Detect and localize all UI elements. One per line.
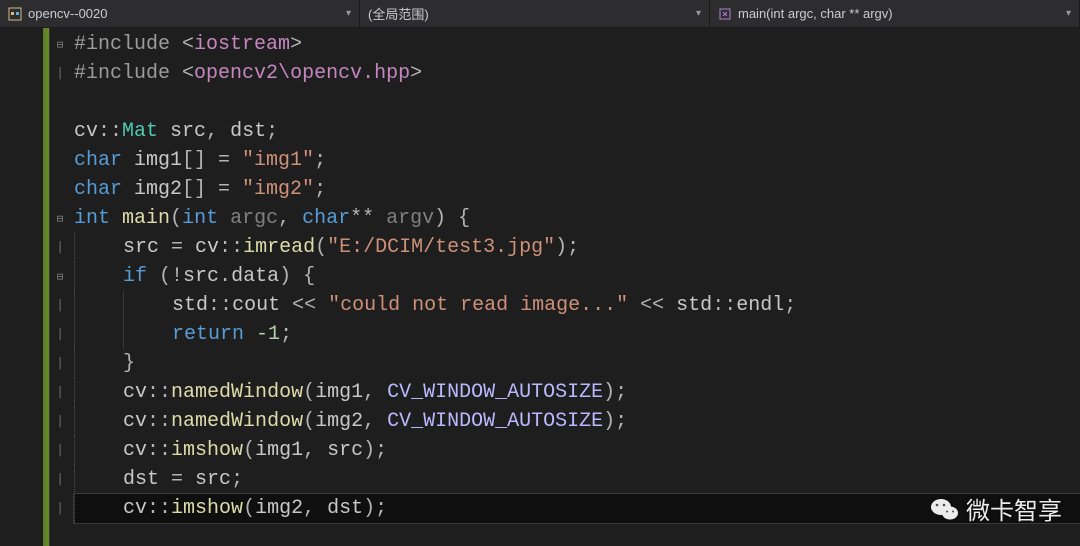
fold-marker: │	[50, 378, 70, 407]
dropdown-arrow-icon: ▾	[696, 8, 701, 19]
fold-marker	[50, 175, 70, 204]
fold-marker: │	[50, 59, 70, 88]
gutter	[0, 28, 50, 546]
fold-marker	[50, 88, 70, 117]
code-line[interactable]: return -1;	[74, 320, 1080, 349]
code-line[interactable]: #include <iostream>	[74, 30, 1080, 59]
code-line[interactable]: dst = src;	[74, 465, 1080, 494]
fold-marker: │	[50, 233, 70, 262]
code-line[interactable]: src = cv::imread("E:/DCIM/test3.jpg");	[74, 233, 1080, 262]
code-line[interactable]: if (!src.data) {	[74, 262, 1080, 291]
fold-marker: │	[50, 320, 70, 349]
code-line[interactable]: int main(int argc, char** argv) {	[74, 204, 1080, 233]
code-line[interactable]: char img2[] = "img2";	[74, 175, 1080, 204]
code-line[interactable]: cv::Mat src, dst;	[74, 117, 1080, 146]
code-line[interactable]: #include <opencv2\opencv.hpp>	[74, 59, 1080, 88]
code-line[interactable]: cv::imshow(img1, src);	[74, 436, 1080, 465]
watermark: 微卡智享	[930, 491, 1062, 526]
function-name: main(int argc, char ** argv)	[738, 6, 1060, 21]
project-icon	[8, 7, 22, 21]
code-line[interactable]: std::cout << "could not read image..." <…	[74, 291, 1080, 320]
fold-marker[interactable]: ⊟	[50, 30, 70, 59]
wechat-icon	[930, 494, 960, 524]
code-line[interactable]	[74, 88, 1080, 117]
dropdown-arrow-icon: ▾	[346, 8, 351, 19]
fold-marker	[50, 146, 70, 175]
function-selector[interactable]: main(int argc, char ** argv) ▾	[710, 0, 1080, 27]
code-line[interactable]: cv::namedWindow(img1, CV_WINDOW_AUTOSIZE…	[74, 378, 1080, 407]
fold-marker: │	[50, 407, 70, 436]
fold-marker: │	[50, 349, 70, 378]
navigation-bar: opencv--0020 ▾ (全局范围) ▾ main(int argc, c…	[0, 0, 1080, 28]
fold-marker: │	[50, 436, 70, 465]
fold-column[interactable]: ⊟│⊟│⊟││││││││	[50, 28, 70, 546]
fold-marker: │	[50, 465, 70, 494]
project-name: opencv--0020	[28, 6, 340, 21]
code-editor[interactable]: ⊟│⊟│⊟││││││││ #include <iostream>#includ…	[0, 28, 1080, 546]
scope-name: (全局范围)	[368, 4, 690, 23]
code-line[interactable]: cv::namedWindow(img2, CV_WINDOW_AUTOSIZE…	[74, 407, 1080, 436]
fold-marker	[50, 117, 70, 146]
code-area[interactable]: #include <iostream>#include <opencv2\ope…	[70, 28, 1080, 546]
watermark-text: 微卡智享	[966, 491, 1062, 526]
code-line[interactable]: }	[74, 349, 1080, 378]
fold-marker[interactable]: ⊟	[50, 262, 70, 291]
fold-marker[interactable]: ⊟	[50, 204, 70, 233]
function-icon	[718, 7, 732, 21]
code-line[interactable]: char img1[] = "img1";	[74, 146, 1080, 175]
scope-selector[interactable]: (全局范围) ▾	[360, 0, 710, 27]
change-indicator	[43, 28, 49, 546]
fold-marker: │	[50, 494, 70, 523]
dropdown-arrow-icon: ▾	[1066, 8, 1071, 19]
fold-marker: │	[50, 291, 70, 320]
project-selector[interactable]: opencv--0020 ▾	[0, 0, 360, 27]
